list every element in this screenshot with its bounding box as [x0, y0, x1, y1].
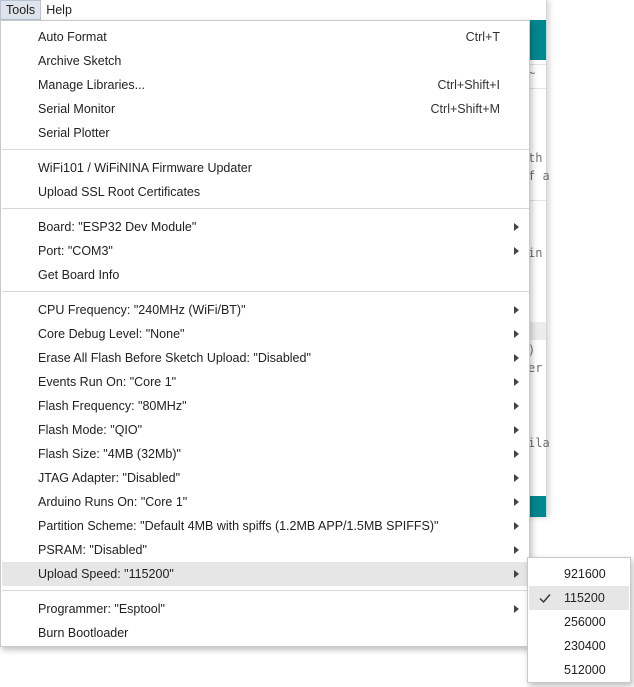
- option-label: 921600: [564, 567, 606, 581]
- menu-item-board[interactable]: Board: "ESP32 Dev Module": [2, 215, 529, 239]
- code-fragment: th: [528, 151, 543, 165]
- menu-item-psram[interactable]: PSRAM: "Disabled": [2, 538, 529, 562]
- submenu-arrow-icon: [514, 498, 519, 506]
- menu-item-shortcut: Ctrl+T: [465, 30, 500, 44]
- option-label: 512000: [564, 663, 606, 677]
- menu-item-label: Serial Plotter: [38, 126, 110, 140]
- menu-item-upload-speed[interactable]: Upload Speed: "115200": [2, 562, 529, 586]
- menu-item-burn-bootloader[interactable]: Burn Bootloader: [2, 621, 529, 645]
- menu-item-shortcut: Ctrl+Shift+I: [437, 78, 500, 92]
- menu-item-jtag-adapter[interactable]: JTAG Adapter: "Disabled": [2, 466, 529, 490]
- code-fragment: in: [528, 246, 543, 260]
- menu-item-flash-size[interactable]: Flash Size: "4MB (32Mb)": [2, 442, 529, 466]
- menu-item-partition-scheme[interactable]: Partition Scheme: "Default 4MB with spif…: [2, 514, 529, 538]
- option-label: 256000: [564, 615, 606, 629]
- menu-item-upload-ssl-certificates[interactable]: Upload SSL Root Certificates: [2, 180, 529, 204]
- menu-item-arduino-runs-on[interactable]: Arduino Runs On: "Core 1": [2, 490, 529, 514]
- menu-item-label: Partition Scheme: "Default 4MB with spif…: [38, 519, 439, 533]
- code-fragment: er: [528, 361, 543, 375]
- menubar-tools[interactable]: Tools: [0, 0, 42, 20]
- upload-speed-option-256000[interactable]: 256000: [529, 610, 629, 634]
- menu-item-label: Flash Size: "4MB (32Mb)": [38, 447, 181, 461]
- submenu-arrow-icon: [514, 605, 519, 613]
- submenu-arrow-icon: [514, 223, 519, 231]
- menu-separator: [2, 590, 529, 591]
- menu-item-label: Port: "COM3": [38, 244, 113, 258]
- screen: ~ th f a in ) er ila Tools Help Auto For…: [0, 0, 634, 687]
- upload-speed-option-230400[interactable]: 230400: [529, 634, 629, 658]
- submenu-arrow-icon: [514, 354, 519, 362]
- menu-separator: [2, 149, 529, 150]
- menu-separator: [2, 291, 529, 292]
- menubar-help[interactable]: Help: [41, 0, 77, 20]
- submenu-arrow-icon: [514, 330, 519, 338]
- menu-item-port[interactable]: Port: "COM3": [2, 239, 529, 263]
- menu-item-label: Programmer: "Esptool": [38, 602, 165, 616]
- submenu-arrow-icon: [514, 522, 519, 530]
- menu-item-label: Serial Monitor: [38, 102, 116, 116]
- submenu-arrow-icon: [514, 570, 519, 578]
- code-fragment: ila: [528, 436, 550, 450]
- menu-item-auto-format[interactable]: Auto Format Ctrl+T: [2, 25, 529, 49]
- submenu-arrow-icon: [514, 474, 519, 482]
- menu-item-label: PSRAM: "Disabled": [38, 543, 147, 557]
- menu-item-label: Upload Speed: "115200": [38, 567, 174, 581]
- submenu-arrow-icon: [514, 378, 519, 386]
- upload-speed-option-512000[interactable]: 512000: [529, 658, 629, 682]
- menu-item-core-debug-level[interactable]: Core Debug Level: "None": [2, 322, 529, 346]
- menu-item-label: Erase All Flash Before Sketch Upload: "D…: [38, 351, 311, 365]
- upload-speed-option-115200[interactable]: 115200: [529, 586, 629, 610]
- menu-item-label: Flash Frequency: "80MHz": [38, 399, 187, 413]
- menu-item-cpu-frequency[interactable]: CPU Frequency: "240MHz (WiFi/BT)": [2, 298, 529, 322]
- option-label: 115200: [564, 591, 605, 605]
- upload-speed-submenu: 921600 115200 256000 230400 512000: [527, 557, 631, 683]
- menu-item-label: Archive Sketch: [38, 54, 122, 68]
- menu-item-label: JTAG Adapter: "Disabled": [38, 471, 181, 485]
- menu-separator: [2, 208, 529, 209]
- code-fragment: f a: [528, 169, 550, 183]
- submenu-arrow-icon: [514, 402, 519, 410]
- menu-item-label: Arduino Runs On: "Core 1": [38, 495, 188, 509]
- menu-item-label: Burn Bootloader: [38, 626, 129, 640]
- menu-item-events-run-on[interactable]: Events Run On: "Core 1": [2, 370, 529, 394]
- menu-item-serial-monitor[interactable]: Serial Monitor Ctrl+Shift+M: [2, 97, 529, 121]
- submenu-arrow-icon: [514, 450, 519, 458]
- submenu-arrow-icon: [514, 546, 519, 554]
- menu-item-label: Get Board Info: [38, 268, 120, 282]
- menu-item-manage-libraries[interactable]: Manage Libraries... Ctrl+Shift+I: [2, 73, 529, 97]
- menu-item-label: Core Debug Level: "None": [38, 327, 185, 341]
- menu-item-label: WiFi101 / WiFiNINA Firmware Updater: [38, 161, 252, 175]
- menu-item-label: CPU Frequency: "240MHz (WiFi/BT)": [38, 303, 246, 317]
- menu-item-label: Board: "ESP32 Dev Module": [38, 220, 197, 234]
- menu-item-flash-frequency[interactable]: Flash Frequency: "80MHz": [2, 394, 529, 418]
- menu-item-serial-plotter[interactable]: Serial Plotter: [2, 121, 529, 145]
- tools-menu: Auto Format Ctrl+T Archive Sketch Manage…: [0, 20, 530, 647]
- checkmark-icon: [539, 594, 551, 604]
- menubar: Tools Help: [0, 0, 546, 20]
- menu-item-programmer[interactable]: Programmer: "Esptool": [2, 597, 529, 621]
- menu-item-label: Events Run On: "Core 1": [38, 375, 177, 389]
- menu-item-label: Auto Format: [38, 30, 107, 44]
- menu-item-firmware-updater[interactable]: WiFi101 / WiFiNINA Firmware Updater: [2, 156, 529, 180]
- submenu-arrow-icon: [514, 306, 519, 314]
- menu-item-erase-all-flash[interactable]: Erase All Flash Before Sketch Upload: "D…: [2, 346, 529, 370]
- submenu-arrow-icon: [514, 247, 519, 255]
- option-label: 230400: [564, 639, 606, 653]
- menu-item-shortcut: Ctrl+Shift+M: [430, 102, 500, 116]
- menu-item-archive-sketch[interactable]: Archive Sketch: [2, 49, 529, 73]
- upload-speed-option-921600[interactable]: 921600: [529, 562, 629, 586]
- submenu-arrow-icon: [514, 426, 519, 434]
- menu-item-flash-mode[interactable]: Flash Mode: "QIO": [2, 418, 529, 442]
- menu-item-label: Upload SSL Root Certificates: [38, 185, 201, 199]
- menu-item-label: Flash Mode: "QIO": [38, 423, 143, 437]
- menu-item-label: Manage Libraries...: [38, 78, 146, 92]
- menu-item-get-board-info[interactable]: Get Board Info: [2, 263, 529, 287]
